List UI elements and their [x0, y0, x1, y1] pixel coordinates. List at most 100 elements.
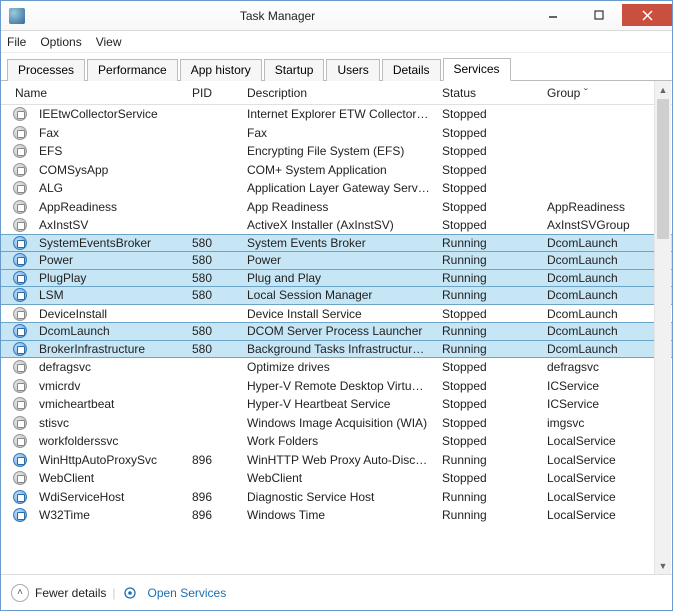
cell-name: ALG [33, 181, 186, 195]
cell-name: BrokerInfrastructure [33, 342, 186, 356]
col-description[interactable]: Description [241, 86, 436, 100]
minimize-button[interactable] [530, 4, 576, 26]
cell-group: LocalService [541, 434, 641, 448]
tab-performance[interactable]: Performance [87, 59, 178, 81]
tab-services[interactable]: Services [443, 58, 511, 81]
cell-status: Stopped [436, 416, 541, 430]
table-row[interactable]: ALGApplication Layer Gateway ServiceStop… [1, 179, 672, 198]
cell-description: Application Layer Gateway Service [241, 181, 436, 195]
table-row[interactable]: stisvcWindows Image Acquisition (WIA)Sto… [1, 414, 672, 433]
cell-status: Running [436, 508, 541, 522]
cell-pid: 580 [186, 324, 241, 338]
cell-description: Windows Time [241, 508, 436, 522]
col-group[interactable]: Group [541, 86, 641, 100]
col-pid[interactable]: PID [186, 86, 241, 100]
cell-pid: 896 [186, 508, 241, 522]
table-body: IEEtwCollectorServiceInternet Explorer E… [1, 105, 672, 574]
cell-description: Hyper-V Remote Desktop Virtual... [241, 379, 436, 393]
cell-description: Work Folders [241, 434, 436, 448]
service-icon [13, 163, 27, 177]
service-icon [13, 126, 27, 140]
cell-group: DcomLaunch [541, 307, 641, 321]
table-row[interactable]: defragsvcOptimize drivesStoppeddefragsvc [1, 358, 672, 377]
tab-users[interactable]: Users [326, 59, 379, 81]
cell-name: AxInstSV [33, 218, 186, 232]
table-row[interactable]: vmicheartbeatHyper-V Heartbeat ServiceSt… [1, 395, 672, 414]
table-row[interactable]: AppReadinessApp ReadinessStoppedAppReadi… [1, 198, 672, 217]
scroll-thumb[interactable] [657, 99, 669, 239]
cell-group: DcomLaunch [541, 253, 641, 267]
table-row[interactable]: WebClientWebClientStoppedLocalService [1, 469, 672, 488]
cell-description: Power [241, 253, 436, 267]
menu-view[interactable]: View [96, 35, 122, 49]
cell-status: Stopped [436, 200, 541, 214]
tab-processes[interactable]: Processes [7, 59, 85, 81]
open-services-link[interactable]: Open Services [148, 586, 227, 600]
table-row[interactable]: WinHttpAutoProxySvc896WinHTTP Web Proxy … [1, 451, 672, 470]
table-row[interactable]: vmicrdvHyper-V Remote Desktop Virtual...… [1, 377, 672, 396]
service-icon [13, 508, 27, 522]
table-row[interactable]: BrokerInfrastructure580Background Tasks … [1, 340, 672, 359]
cell-status: Running [436, 490, 541, 504]
table-row[interactable]: DeviceInstallDevice Install ServiceStopp… [1, 305, 672, 324]
cell-name: vmicheartbeat [33, 397, 186, 411]
cell-name: LSM [33, 288, 186, 302]
scroll-up-icon[interactable]: ▲ [655, 81, 671, 98]
col-name[interactable]: Name [1, 86, 186, 100]
chevron-up-icon[interactable]: ˄ [11, 584, 29, 602]
service-icon [13, 236, 27, 250]
close-button[interactable] [622, 4, 672, 26]
tab-app-history[interactable]: App history [180, 59, 262, 81]
table-row[interactable]: W32Time896Windows TimeRunningLocalServic… [1, 506, 672, 525]
service-icon [13, 379, 27, 393]
scroll-down-icon[interactable]: ▼ [655, 557, 671, 574]
cell-name: PlugPlay [33, 271, 186, 285]
table-row[interactable]: workfolderssvcWork FoldersStoppedLocalSe… [1, 432, 672, 451]
cell-name: DcomLaunch [33, 324, 186, 338]
service-icon [13, 107, 27, 121]
cell-group: DcomLaunch [541, 324, 641, 338]
scrollbar[interactable]: ▲ ▼ [654, 81, 671, 574]
table-row[interactable]: PlugPlay580Plug and PlayRunningDcomLaunc… [1, 269, 672, 288]
cell-group: ICService [541, 397, 641, 411]
cell-pid: 580 [186, 271, 241, 285]
col-status[interactable]: Status [436, 86, 541, 100]
table-row[interactable]: DcomLaunch580DCOM Server Process Launche… [1, 322, 672, 341]
table-row[interactable]: FaxFaxStopped [1, 124, 672, 143]
cell-status: Stopped [436, 307, 541, 321]
maximize-button[interactable] [576, 4, 622, 26]
service-icon [13, 471, 27, 485]
window-title: Task Manager [25, 9, 530, 23]
table-row[interactable]: SystemEventsBroker580System Events Broke… [1, 234, 672, 253]
cell-group: imgsvc [541, 416, 641, 430]
cell-description: Diagnostic Service Host [241, 490, 436, 504]
table-row[interactable]: AxInstSVActiveX Installer (AxInstSV)Stop… [1, 216, 672, 235]
cell-status: Running [436, 453, 541, 467]
gear-icon [122, 585, 138, 601]
tabbar: ProcessesPerformanceApp historyStartupUs… [1, 53, 672, 81]
cell-name: WinHttpAutoProxySvc [33, 453, 186, 467]
footer: ˄ Fewer details | Open Services [1, 574, 672, 610]
table-row[interactable]: LSM580Local Session ManagerRunningDcomLa… [1, 286, 672, 305]
table-row[interactable]: Power580PowerRunningDcomLaunch [1, 251, 672, 270]
service-icon [13, 218, 27, 232]
table-row[interactable]: WdiServiceHost896Diagnostic Service Host… [1, 488, 672, 507]
cell-name: WdiServiceHost [33, 490, 186, 504]
table-row[interactable]: COMSysAppCOM+ System ApplicationStopped [1, 161, 672, 180]
menu-options[interactable]: Options [40, 35, 81, 49]
table-row[interactable]: EFSEncrypting File System (EFS)Stopped [1, 142, 672, 161]
menu-file[interactable]: File [7, 35, 26, 49]
cell-group: LocalService [541, 508, 641, 522]
service-icon [13, 253, 27, 267]
table-row[interactable]: IEEtwCollectorServiceInternet Explorer E… [1, 105, 672, 124]
service-icon [13, 360, 27, 374]
cell-group: ICService [541, 379, 641, 393]
tab-details[interactable]: Details [382, 59, 441, 81]
cell-description: Device Install Service [241, 307, 436, 321]
service-icon [13, 416, 27, 430]
tab-startup[interactable]: Startup [264, 59, 325, 81]
titlebar[interactable]: Task Manager [1, 1, 672, 31]
fewer-details-link[interactable]: Fewer details [35, 586, 106, 600]
cell-status: Stopped [436, 144, 541, 158]
service-icon [13, 342, 27, 356]
